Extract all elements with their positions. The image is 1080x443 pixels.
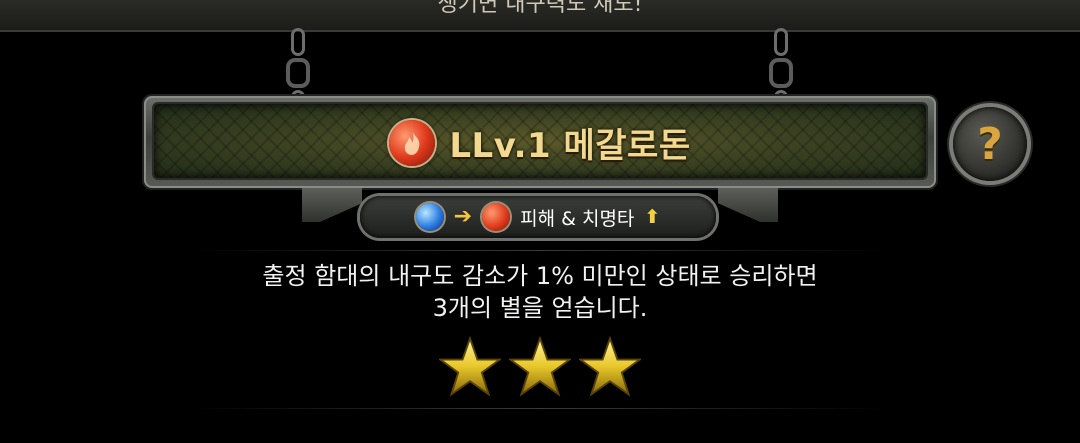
right-chain: [766, 28, 796, 118]
right-arrow-icon: ➔: [453, 204, 473, 229]
stage-title-plaque: LLv.1 메갈로돈: [144, 96, 936, 188]
tab-bracket-right: [718, 188, 778, 222]
star-icon: [439, 336, 501, 397]
top-bar: 생기면 내구력도 재도!: [0, 0, 1080, 32]
condition-line-2: 3개의 별을 얻습니다.: [432, 294, 648, 322]
stage-title: LLv.1 메갈로돈: [449, 126, 691, 166]
tab-bracket-left: [302, 188, 362, 222]
bonus-label: 피해 & 치명타: [520, 207, 635, 230]
up-arrow-icon: ⬆: [644, 206, 661, 228]
divider-top: [190, 250, 890, 251]
star-rating: [0, 336, 1080, 398]
fire-element-icon: [389, 119, 436, 166]
condition-line-1: 출정 함대의 내구도 감소가 1% 미만인 상태로 승리하면: [262, 262, 818, 290]
top-bar-text: 생기면 내구력도 재도!: [437, 0, 643, 17]
star-icon: [509, 336, 571, 397]
stage-clear-popup: 생기면 내구력도 재도! LLv.1 메갈로돈 ➔ 피해 & 치명타 ⬆ ? 출…: [0, 0, 1080, 443]
help-button[interactable]: ?: [953, 107, 1027, 181]
star-icon: [579, 336, 641, 397]
star-condition-text: 출정 함대의 내구도 감소가 1% 미만인 상태로 승리하면 3개의 별을 얻습…: [140, 260, 940, 324]
divider-bottom: [190, 408, 890, 409]
fire-element-icon: [482, 203, 511, 231]
element-bonus-tab: ➔ 피해 & 치명타 ⬆: [360, 196, 716, 238]
left-chain: [283, 28, 313, 118]
water-element-icon: [415, 203, 444, 231]
